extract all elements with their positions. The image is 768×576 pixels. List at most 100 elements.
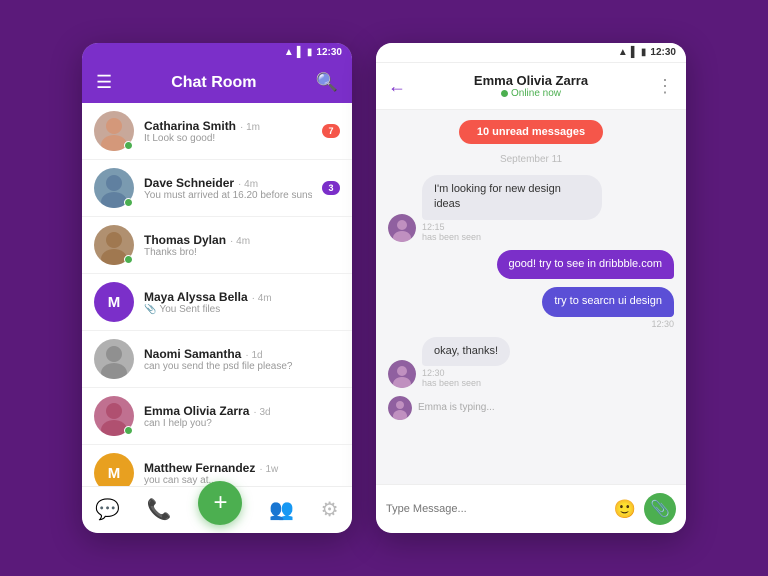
wifi-icon: ▲ [618,47,628,58]
chat-room-title: Chat Room [171,74,256,92]
message-bubble: good! try to see in dribbble.com [497,250,674,279]
chat-info: Emma Olivia Zarra · 3d can I help you? [144,404,340,429]
online-indicator [124,255,133,264]
message-row-sent: try to searcn ui design 12:30 [388,287,674,328]
message-time: · 1d [245,350,262,361]
emoji-button[interactable]: 🙂 [614,499,636,520]
message-input-bar: 🙂 📎 [376,484,686,533]
contact-name: Emma Olivia Zarra [414,73,648,88]
typing-avatar [388,396,412,420]
avatar-wrap [94,168,134,208]
message-bubble: try to searcn ui design [542,287,674,316]
add-fab-button[interactable]: + [198,481,242,525]
contact-name: Thomas Dylan [144,233,226,247]
status-icons-right: ▲ ▌ ▮ [618,47,647,58]
chat-info: Naomi Samantha · 1d can you send the psd… [144,347,340,372]
unread-badge: 3 [322,181,340,195]
message-preview: can I help you? [144,418,340,429]
contact-status: Online now [414,88,648,99]
back-button[interactable]: ← [388,76,406,97]
online-indicator [124,426,133,435]
attach-icon: 📎 [650,499,670,519]
add-icon: + [213,489,227,517]
message-time: · 1w [259,464,278,475]
more-options-button[interactable]: ⋮ [656,76,674,97]
chat-info: Maya Alyssa Bella · 4m 📎 You Sent files [144,290,340,315]
menu-icon[interactable]: ☰ [96,72,112,93]
avatar-wrap [94,396,134,436]
chat-item[interactable]: M Maya Alyssa Bella · 4m 📎 You Sent file… [82,274,352,331]
avatar-wrap: M [94,282,134,322]
unread-banner: 10 unread messages [459,120,603,144]
status-bar-left: ▲ ▌ ▮ 12:30 [82,43,352,62]
chat-info: Matthew Fernandez · 1w you can say at... [144,461,340,486]
unread-badge: 7 [322,124,340,138]
message-time: · 4m [252,293,272,304]
message-time: · 4m [238,179,258,190]
avatar [94,339,134,379]
settings-nav-button[interactable]: ⚙ [321,497,339,522]
contact-name: Maya Alyssa Bella [144,290,248,304]
chat-item[interactable]: Dave Schneider · 4m You must arrived at … [82,160,352,217]
chat-info: Thomas Dylan · 4m Thanks bro! [144,233,340,258]
typing-indicator: Emma is typing... [388,396,674,420]
contact-name: Naomi Samantha [144,347,241,361]
message-bubble: I'm looking for new design ideas [422,175,602,220]
chat-detail-header: ← Emma Olivia Zarra Online now ⋮ [376,63,686,110]
chat-item[interactable]: Naomi Samantha · 1d can you send the psd… [82,331,352,388]
avatar: M [94,453,134,486]
avatar-wrap [94,339,134,379]
status-time-left: 12:30 [316,47,342,58]
chat-info: Dave Schneider · 4m You must arrived at … [144,176,312,201]
message-time: 12:15 [422,222,445,232]
message-meta: 12:30 has been seen [422,368,510,388]
chat-item[interactable]: Thomas Dylan · 4m Thanks bro! [82,217,352,274]
signal-icon: ▌ [631,47,638,58]
contact-info: Emma Olivia Zarra Online now [414,73,648,99]
message-time: · 3d [253,407,270,418]
chat-item[interactable]: Catharina Smith · 1m It Look so good! 7 [82,103,352,160]
avatar-wrap [94,111,134,151]
attach-button[interactable]: 📎 [644,493,676,525]
sender-avatar [388,214,416,242]
avatar-wrap: M [94,453,134,486]
chat-list: Catharina Smith · 1m It Look so good! 7 … [82,103,352,486]
message-meta: 12:15 has been seen [422,222,602,242]
battery-icon: ▮ [641,47,647,58]
message-bubble: okay, thanks! [422,337,510,366]
signal-icon: ▌ [297,47,304,58]
search-button[interactable]: 🔍 [316,72,338,93]
chat-nav-button[interactable]: 💬 [95,497,120,522]
messages-area: 10 unread messages September 11 I'm look… [376,110,686,484]
date-separator: September 11 [388,154,674,165]
chat-item[interactable]: Emma Olivia Zarra · 3d can I help you? [82,388,352,445]
online-indicator [124,141,133,150]
status-text: Online now [511,88,561,99]
message-input[interactable] [386,503,606,515]
message-seen: has been seen [422,232,481,242]
message-time: · 1m [240,122,260,133]
bottom-nav: 💬 📞 + 👥 ⚙ [82,486,352,533]
preview-text: You Sent files [159,304,220,315]
status-dot [501,90,508,97]
chat-list-phone: ▲ ▌ ▮ 12:30 ☰ Chat Room 🔍 Catharina Smit… [82,43,352,533]
chat-item[interactable]: M Matthew Fernandez · 1w you can say at.… [82,445,352,486]
contact-name: Dave Schneider [144,176,234,190]
chat-detail-phone: ▲ ▌ ▮ 12:30 ← Emma Olivia Zarra Online n… [376,43,686,533]
message-preview: 📎 You Sent files [144,304,340,315]
message-preview: you can say at... [144,475,340,486]
message-preview: can you send the psd file please? [144,361,340,372]
chat-room-header: ☰ Chat Room 🔍 [82,62,352,103]
contact-name: Matthew Fernandez [144,461,255,475]
call-nav-button[interactable]: 📞 [147,497,172,522]
avatar-wrap [94,225,134,265]
status-bar-right: ▲ ▌ ▮ 12:30 [376,43,686,63]
message-preview: It Look so good! [144,133,312,144]
wifi-icon: ▲ [284,47,294,58]
people-nav-button[interactable]: 👥 [269,497,294,522]
contact-name: Emma Olivia Zarra [144,404,249,418]
message-time: 12:30 [651,319,674,329]
typing-text: Emma is typing... [418,402,495,413]
message-row-received: I'm looking for new design ideas 12:15 h… [388,175,674,242]
online-indicator [124,198,133,207]
